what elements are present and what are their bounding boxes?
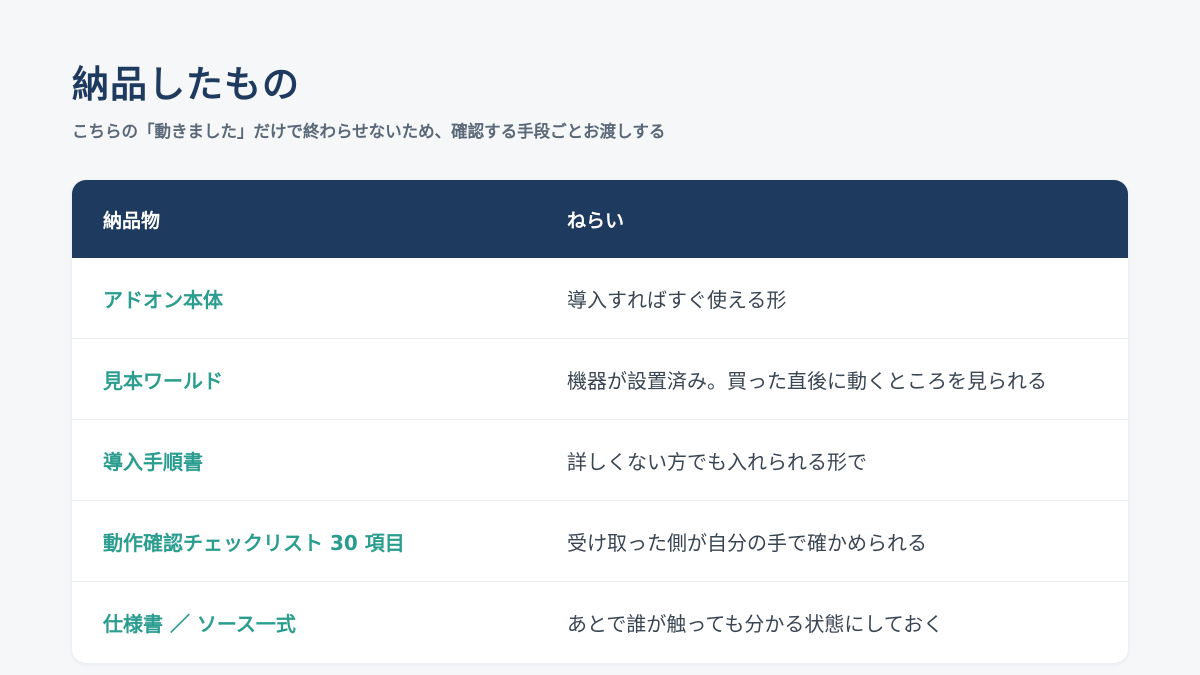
deliverable-aim: 詳しくない方でも入れられる形で bbox=[567, 449, 867, 474]
deliverable-name: アドオン本体 bbox=[103, 287, 223, 312]
table-row: 動作確認チェックリスト 30 項目 受け取った側が自分の手で確かめられる bbox=[72, 501, 1128, 582]
deliverable-name: 動作確認チェックリスト 30 項目 bbox=[103, 530, 405, 555]
page-subtitle: こちらの「動きました」だけで終わらせないため、確認する手段ごとお渡しする bbox=[72, 122, 666, 141]
deliverable-name: 導入手順書 bbox=[103, 449, 203, 474]
column-header-deliverable: 納品物 bbox=[103, 209, 161, 232]
table-row: アドオン本体 導入すればすぐ使える形 bbox=[72, 258, 1128, 339]
page-title: 納品したもの bbox=[72, 63, 300, 106]
deliverable-name: 仕様書 ／ ソース一式 bbox=[103, 612, 296, 636]
table-row: 見本ワールド 機器が設置済み。買った直後に動くところを見られる bbox=[72, 339, 1128, 420]
deliverable-aim: 受け取った側が自分の手で確かめられる bbox=[567, 530, 927, 555]
deliverable-name: 見本ワールド bbox=[103, 368, 223, 393]
table-header: 納品物 ねらい bbox=[72, 180, 1128, 258]
deliverable-aim: あとで誰が触っても分かる状態にしておく bbox=[567, 612, 944, 636]
deliverables-table: 納品物 ねらい アドオン本体 導入すればすぐ使える形 見本ワールド 機器が設置済… bbox=[72, 180, 1128, 663]
column-header-aim: ねらい bbox=[567, 209, 625, 232]
deliverable-aim: 導入すればすぐ使える形 bbox=[567, 287, 787, 312]
table-row: 導入手順書 詳しくない方でも入れられる形で bbox=[72, 420, 1128, 501]
table-row: 仕様書 ／ ソース一式 あとで誰が触っても分かる状態にしておく bbox=[72, 582, 1128, 663]
deliverable-aim: 機器が設置済み。買った直後に動くところを見られる bbox=[567, 368, 1047, 393]
